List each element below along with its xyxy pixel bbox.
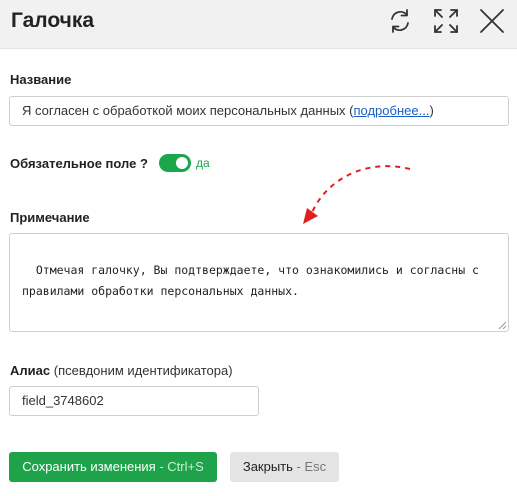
expand-icon [434,9,458,33]
close-dialog-button[interactable]: Закрыть - Esc [230,452,339,482]
required-field-label: Обязательное поле ? [10,156,148,171]
refresh-button[interactable] [385,6,415,36]
close-button[interactable] [477,6,507,36]
expand-button[interactable] [431,6,461,36]
save-button[interactable]: Сохранить изменения - Ctrl+S [9,452,217,482]
dashed-arrow-icon [303,165,411,224]
name-input-suffix: ) [429,103,434,118]
alias-input[interactable]: field_3748602 [9,386,259,416]
name-field-label: Название [10,72,72,87]
close-icon [480,9,504,33]
note-textarea[interactable]: Отмечая галочку, Вы подтверждаете, что о… [9,233,509,332]
close-button-hint: - Esc [292,459,327,474]
refresh-icon [391,9,409,33]
alias-label-hint: (псевдоним идентификатора) [53,363,233,378]
alias-label-text: Алиас [10,363,51,378]
name-more-link[interactable]: подробнее... [353,103,429,118]
note-textarea-text: Отмечая галочку, Вы подтверждаете, что о… [22,263,486,298]
toggle-knob [176,157,188,169]
close-button-label: Закрыть [242,459,293,474]
note-field-label: Примечание [10,210,90,225]
required-toggle[interactable] [159,154,191,172]
save-button-hint: - Ctrl+S [155,459,204,474]
name-input-text: Я согласен с обработкой моих персональны… [22,103,354,118]
dialog-header: Галочка [0,0,517,49]
name-input[interactable]: Я согласен с обработкой моих персональны… [9,96,509,126]
save-button-label: Сохранить изменения [22,459,156,474]
alias-field-label: Алиас (псевдоним идентификатора) [10,363,233,378]
required-toggle-text: да [196,156,210,170]
resize-grip-icon[interactable] [498,321,506,329]
alias-input-value: field_3748602 [22,393,104,408]
dialog-title: Галочка [11,9,95,32]
